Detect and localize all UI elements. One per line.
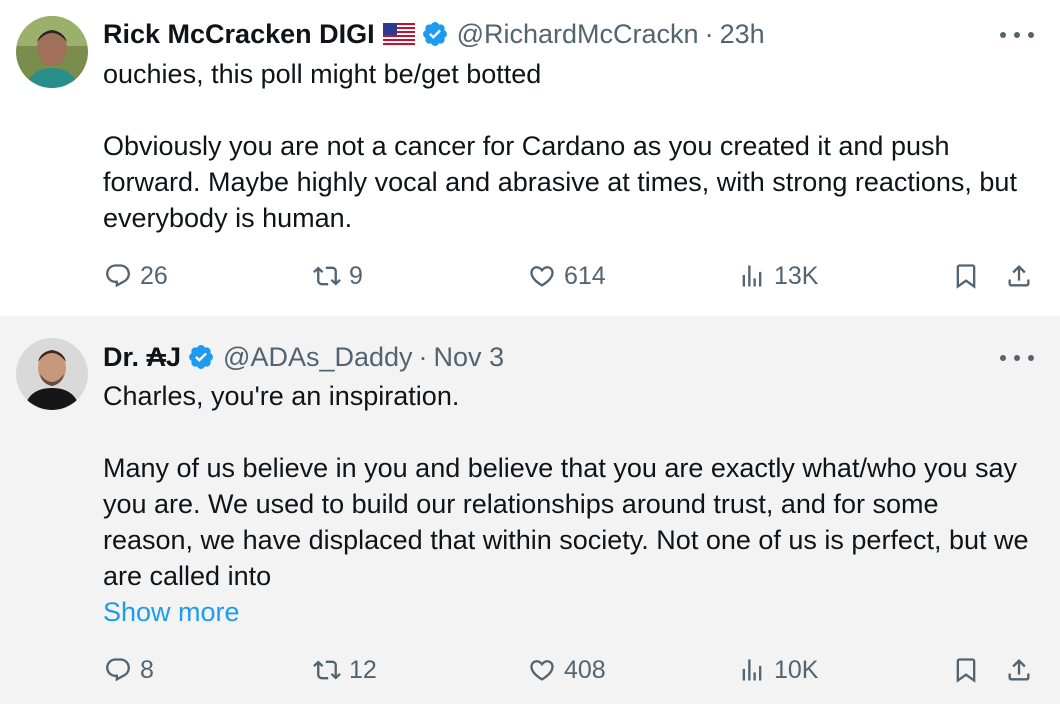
- like-count: 614: [564, 261, 606, 290]
- tweet-paragraph: Charles, you're an inspiration.: [103, 381, 460, 411]
- retweet-icon: [313, 266, 341, 286]
- bookmark-button[interactable]: [952, 650, 980, 690]
- tweet-text: ouchies, this poll might be/get botted O…: [103, 56, 1033, 236]
- tweet-header: Rick McCracken DIGI @RichardMcCrackn · 2…: [103, 15, 970, 53]
- us-flag-icon: [382, 23, 415, 45]
- reply-count: 26: [140, 261, 168, 290]
- share-icon: [1008, 659, 1030, 681]
- bookmark-icon: [956, 264, 976, 289]
- tweet-text: Charles, you're an inspiration. Many of …: [103, 378, 1033, 630]
- tweet-2[interactable]: Dr. ₳J @ADAs_Daddy · Nov 3 Charles, you'…: [0, 316, 1060, 704]
- heart-icon: [530, 660, 554, 681]
- tweet-1[interactable]: Rick McCracken DIGI @RichardMcCrackn · 2…: [0, 0, 1060, 316]
- reply-button[interactable]: 26: [104, 256, 168, 296]
- tweet-header: Dr. ₳J @ADAs_Daddy · Nov 3: [103, 338, 970, 376]
- timestamp[interactable]: Nov 3: [434, 342, 505, 373]
- tweet-paragraph: Obviously you are not a cancer for Carda…: [103, 131, 1017, 233]
- retweet-button[interactable]: 9: [313, 256, 363, 296]
- author-name[interactable]: Dr. ₳J: [103, 342, 181, 373]
- separator: ·: [704, 18, 714, 49]
- avatar[interactable]: [16, 338, 88, 410]
- separator: ·: [418, 341, 428, 372]
- share-button[interactable]: [1005, 256, 1033, 296]
- heart-icon: [530, 266, 554, 287]
- like-button[interactable]: 614: [528, 256, 606, 296]
- reply-icon: [106, 658, 130, 682]
- views-button[interactable]: 10K: [738, 650, 818, 690]
- share-button[interactable]: [1005, 650, 1033, 690]
- author-name[interactable]: Rick McCracken DIGI: [103, 19, 375, 50]
- author-handle[interactable]: @ADAs_Daddy: [223, 342, 413, 373]
- avatar[interactable]: [16, 16, 88, 88]
- timestamp[interactable]: 23h: [720, 19, 765, 50]
- reply-count: 8: [140, 655, 154, 684]
- views-icon: [742, 265, 762, 287]
- verified-badge-icon[interactable]: [187, 343, 215, 371]
- views-button[interactable]: 13K: [738, 256, 818, 296]
- retweet-count: 12: [349, 655, 377, 684]
- more-options-icon[interactable]: [1000, 25, 1034, 45]
- reply-button[interactable]: 8: [104, 650, 154, 690]
- retweet-icon: [313, 660, 341, 680]
- tweet-paragraph: Many of us believe in you and believe th…: [103, 453, 1029, 591]
- bookmark-button[interactable]: [952, 256, 980, 296]
- share-icon: [1008, 265, 1030, 287]
- show-more-link[interactable]: Show more: [103, 594, 1033, 630]
- author-handle[interactable]: @RichardMcCrackn: [457, 19, 699, 50]
- views-count: 13K: [774, 261, 819, 290]
- views-icon: [742, 659, 762, 681]
- retweet-button[interactable]: 12: [313, 650, 377, 690]
- like-button[interactable]: 408: [528, 650, 606, 690]
- reply-icon: [106, 264, 130, 288]
- views-count: 10K: [774, 655, 819, 684]
- bookmark-icon: [956, 658, 976, 683]
- like-count: 408: [564, 655, 606, 684]
- more-options-icon[interactable]: [1000, 348, 1034, 368]
- retweet-count: 9: [349, 261, 363, 290]
- action-bar: 26 9 614 13K: [0, 256, 1060, 296]
- tweet-paragraph: ouchies, this poll might be/get botted: [103, 59, 542, 89]
- action-bar: 8 12 408 10K: [0, 650, 1060, 690]
- verified-badge-icon[interactable]: [421, 20, 449, 48]
